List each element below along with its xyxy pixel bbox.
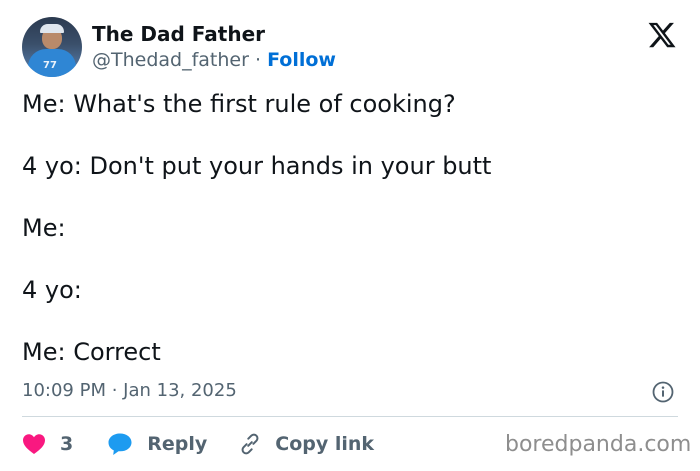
link-icon	[241, 433, 259, 455]
copy-link-label: Copy link	[275, 433, 375, 455]
tweet-timestamp[interactable]: 10:09 PM · Jan 13, 2025	[22, 379, 237, 403]
avatar[interactable]: 77	[22, 17, 82, 77]
tweet-line: Me: What's the first rule of cooking?	[22, 90, 456, 118]
tweet-line: 4 yo:	[22, 276, 82, 304]
tweet-text: Me: What's the first rule of cooking? 4 …	[22, 89, 672, 399]
action-bar: 3 Reply Copy link	[22, 430, 374, 458]
info-icon[interactable]	[652, 381, 674, 403]
tweet-card: 77 The Dad Father @Thedad_father · Follo…	[0, 0, 700, 471]
author-handle-row: @Thedad_father · Follow	[92, 47, 336, 73]
author-display-name[interactable]: The Dad Father	[92, 21, 336, 47]
x-logo-icon[interactable]	[646, 20, 678, 50]
like-count: 3	[60, 433, 74, 455]
heart-icon	[23, 434, 45, 454]
avatar-jersey-number: 77	[43, 60, 57, 71]
like-button[interactable]: 3	[22, 433, 73, 455]
author-handle[interactable]: @Thedad_father	[92, 49, 249, 71]
reply-label: Reply	[147, 433, 208, 455]
speech-bubble-icon	[108, 433, 132, 455]
avatar-cap	[40, 24, 64, 33]
author-info: The Dad Father @Thedad_father · Follow	[92, 21, 336, 73]
follow-button[interactable]: Follow	[267, 49, 336, 71]
tweet-header: 77 The Dad Father @Thedad_father · Follo…	[22, 16, 336, 78]
watermark: boredpanda.com	[505, 432, 692, 457]
copy-link-button[interactable]: Copy link	[237, 431, 374, 457]
reply-button[interactable]: Reply	[107, 432, 207, 456]
tweet-line: Me: Correct	[22, 338, 161, 366]
tweet-line: Me:	[22, 214, 66, 242]
tweet-line: 4 yo: Don't put your hands in your butt	[22, 152, 492, 180]
divider	[22, 416, 678, 417]
handle-separator: ·	[248, 49, 268, 71]
